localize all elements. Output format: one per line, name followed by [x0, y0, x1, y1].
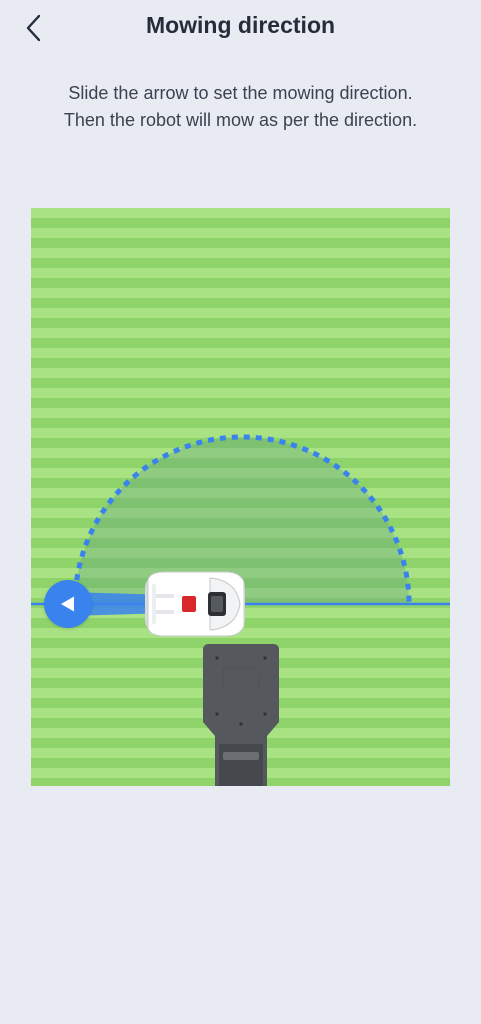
instruction-line-1: Slide the arrow to set the mowing direct…: [68, 83, 413, 103]
arrow-left-triangle-icon: [61, 596, 74, 612]
header: Mowing direction: [0, 0, 481, 56]
charging-dock-icon: [203, 644, 279, 786]
direction-handle[interactable]: [44, 580, 92, 628]
page-title: Mowing direction: [145, 12, 336, 38]
lawn-map[interactable]: [31, 208, 450, 786]
mowing-direction-screen: Mowing direction Slide the arrow to set …: [0, 0, 481, 1024]
instruction-line-2: Then the robot will mow as per the direc…: [63, 110, 418, 130]
instructions-text: Slide the arrow to set the mowing direct…: [20, 80, 461, 134]
robot-mower-icon: [145, 571, 245, 637]
